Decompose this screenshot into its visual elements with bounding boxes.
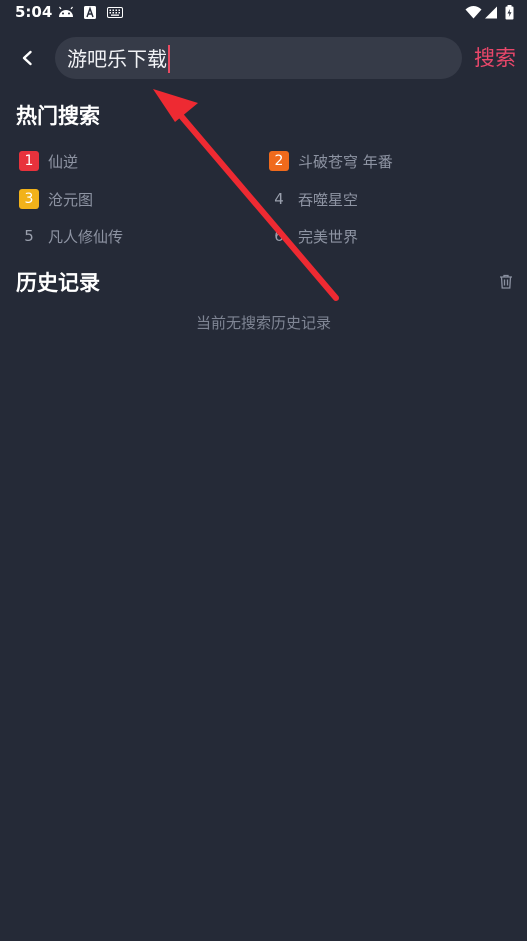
hot-item-label: 完美世界 — [298, 227, 359, 246]
hot-item-label: 凡人修仙传 — [48, 227, 124, 246]
hot-item[interactable]: 6 完美世界 — [269, 225, 358, 247]
hot-item-label: 吞噬星空 — [298, 190, 359, 209]
keyboard-icon — [107, 5, 123, 19]
hot-item-label: 沧元图 — [48, 190, 94, 209]
search-button[interactable]: 搜索 — [474, 44, 516, 72]
rank-badge: 3 — [19, 189, 39, 209]
text-cursor — [168, 45, 170, 73]
rank-badge: 1 — [19, 151, 39, 171]
annotation-arrow — [153, 89, 339, 301]
search-query[interactable]: 游吧乐下载 — [67, 47, 167, 71]
hot-item[interactable]: 3 沧元图 — [19, 188, 93, 210]
rank-number: 6 — [274, 227, 284, 245]
battery-icon — [505, 4, 514, 19]
history-title: 历史记录 — [16, 271, 100, 295]
clear-history-button[interactable] — [499, 274, 513, 289]
font-a-icon — [84, 5, 96, 19]
chevron-left-icon — [22, 50, 32, 66]
status-bar: 5:04 — [0, 0, 527, 26]
trash-icon — [500, 274, 512, 289]
status-time: 5:04 — [15, 3, 53, 21]
android-debug-icon — [57, 5, 75, 19]
hot-search-title: 热门搜索 — [16, 104, 100, 128]
hot-item-label: 斗破苍穹 年番 — [298, 152, 393, 171]
search-input[interactable]: 游吧乐下载 — [55, 37, 462, 79]
hot-item[interactable]: 4 吞噬星空 — [269, 188, 358, 210]
wifi-icon — [465, 5, 482, 19]
rank-number: 4 — [274, 190, 284, 208]
hot-item[interactable]: 1 仙逆 — [19, 150, 78, 172]
rank-number: 5 — [24, 227, 34, 245]
hot-item[interactable]: 2 斗破苍穹 年番 — [269, 150, 393, 172]
hot-item-label: 仙逆 — [48, 152, 79, 171]
back-button[interactable] — [14, 44, 42, 72]
cell-signal-icon — [484, 5, 498, 19]
hot-item[interactable]: 5 凡人修仙传 — [19, 225, 123, 247]
rank-badge: 2 — [269, 151, 289, 171]
empty-history-text: 当前无搜索历史记录 — [195, 314, 331, 332]
